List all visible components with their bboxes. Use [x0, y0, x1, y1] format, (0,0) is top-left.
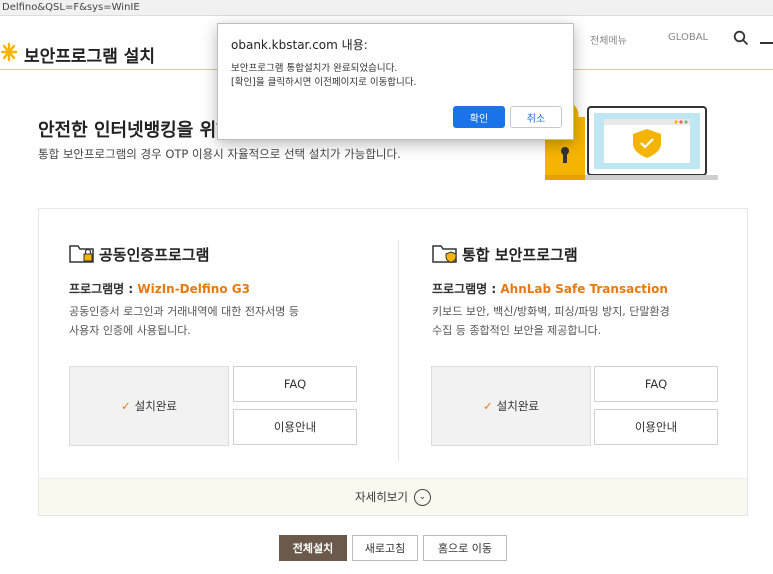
right-faq-button[interactable]: FAQ [594, 366, 718, 402]
dialog-ok-button[interactable]: 확인 [453, 106, 505, 128]
all-menu-link[interactable]: 전체메뉴 [590, 32, 627, 47]
left-desc-line2: 사용자 인증에 사용됩니다. [69, 324, 191, 337]
global-link[interactable]: GLOBAL [668, 32, 708, 43]
folder-lock-icon [69, 245, 94, 263]
check-icon: ✓ [483, 399, 493, 413]
right-desc-line2: 수집 등 종합적인 보안을 제공합니다. [432, 324, 602, 337]
search-icon[interactable] [733, 30, 749, 46]
left-status-label: 설치완료 [134, 399, 177, 413]
right-guide-button[interactable]: 이용안내 [594, 409, 718, 445]
right-program-name-label: 프로그램명 : [432, 282, 501, 296]
right-program-name: 프로그램명 : AhnLab Safe Transaction [432, 280, 668, 297]
page-title: 보안프로그램 설치 [24, 47, 156, 67]
left-program-name-label: 프로그램명 : [69, 282, 138, 296]
check-icon: ✓ [121, 399, 131, 413]
hero-description: 통합 보안프로그램의 경우 OTP 이용시 자율적으로 선택 설치가 가능합니다… [38, 147, 401, 161]
alert-dialog: obank.kbstar.com 내용: 보안프로그램 통합설치가 완료되었습니… [217, 23, 574, 140]
detail-label: 자세히보기 [355, 490, 408, 504]
right-section-title: 통합 보안프로그램 [462, 246, 578, 264]
install-all-button[interactable]: 전체설치 [279, 535, 347, 561]
right-install-status: ✓ 설치완료 [431, 366, 591, 446]
url-text: Delfino&QSL=F&sys=WinIE [2, 2, 140, 13]
dialog-message-line2: [확인]을 클릭하시면 이전페이지로 이동합니다. [231, 77, 417, 88]
dialog-message: 보안프로그램 통합설치가 완료되었습니다. [확인]을 클릭하시면 이전페이지로… [231, 62, 417, 90]
address-bar[interactable]: Delfino&QSL=F&sys=WinIE [0, 0, 773, 16]
right-desc-line1: 키보드 보안, 백신/방화벽, 피싱/파밍 방지, 단말환경 [432, 305, 670, 318]
dialog-cancel-button[interactable]: 취소 [510, 106, 562, 128]
left-desc-line1: 공동인증서 로그인과 거래내역에 대한 전자서명 등 [69, 305, 300, 318]
folder-shield-icon [432, 245, 457, 264]
dialog-message-line1: 보안프로그램 통합설치가 완료되었습니다. [231, 63, 398, 74]
chevron-down-icon: ⌄ [413, 488, 431, 506]
left-program-name-value: WizIn-Delfino G3 [137, 282, 250, 296]
left-program-name: 프로그램명 : WizIn-Delfino G3 [69, 280, 250, 297]
dialog-title: obank.kbstar.com 내용: [231, 38, 368, 52]
left-faq-button[interactable]: FAQ [233, 366, 357, 402]
refresh-button[interactable]: 새로고침 [352, 535, 418, 561]
right-status-label: 설치완료 [496, 399, 539, 413]
right-program-description: 키보드 보안, 백신/방화벽, 피싱/파밍 방지, 단말환경 수집 등 종합적인… [432, 302, 670, 340]
kb-star-logo-icon [0, 42, 18, 62]
go-home-button[interactable]: 홈으로 이동 [423, 535, 507, 561]
panel-divider [398, 240, 399, 462]
hero-title: 안전한 인터넷뱅킹을 위해 [38, 120, 233, 141]
menu-icon[interactable] [760, 42, 773, 44]
left-section-title: 공동인증프로그램 [99, 246, 210, 264]
left-program-description: 공동인증서 로그인과 거래내역에 대한 전자서명 등 사용자 인증에 사용됩니다… [69, 302, 299, 340]
detail-toggle[interactable]: 자세히보기 ⌄ [39, 478, 747, 515]
left-guide-button[interactable]: 이용안내 [233, 409, 357, 445]
left-install-status: ✓ 설치완료 [69, 366, 229, 446]
right-program-name-value: AhnLab Safe Transaction [500, 282, 668, 296]
